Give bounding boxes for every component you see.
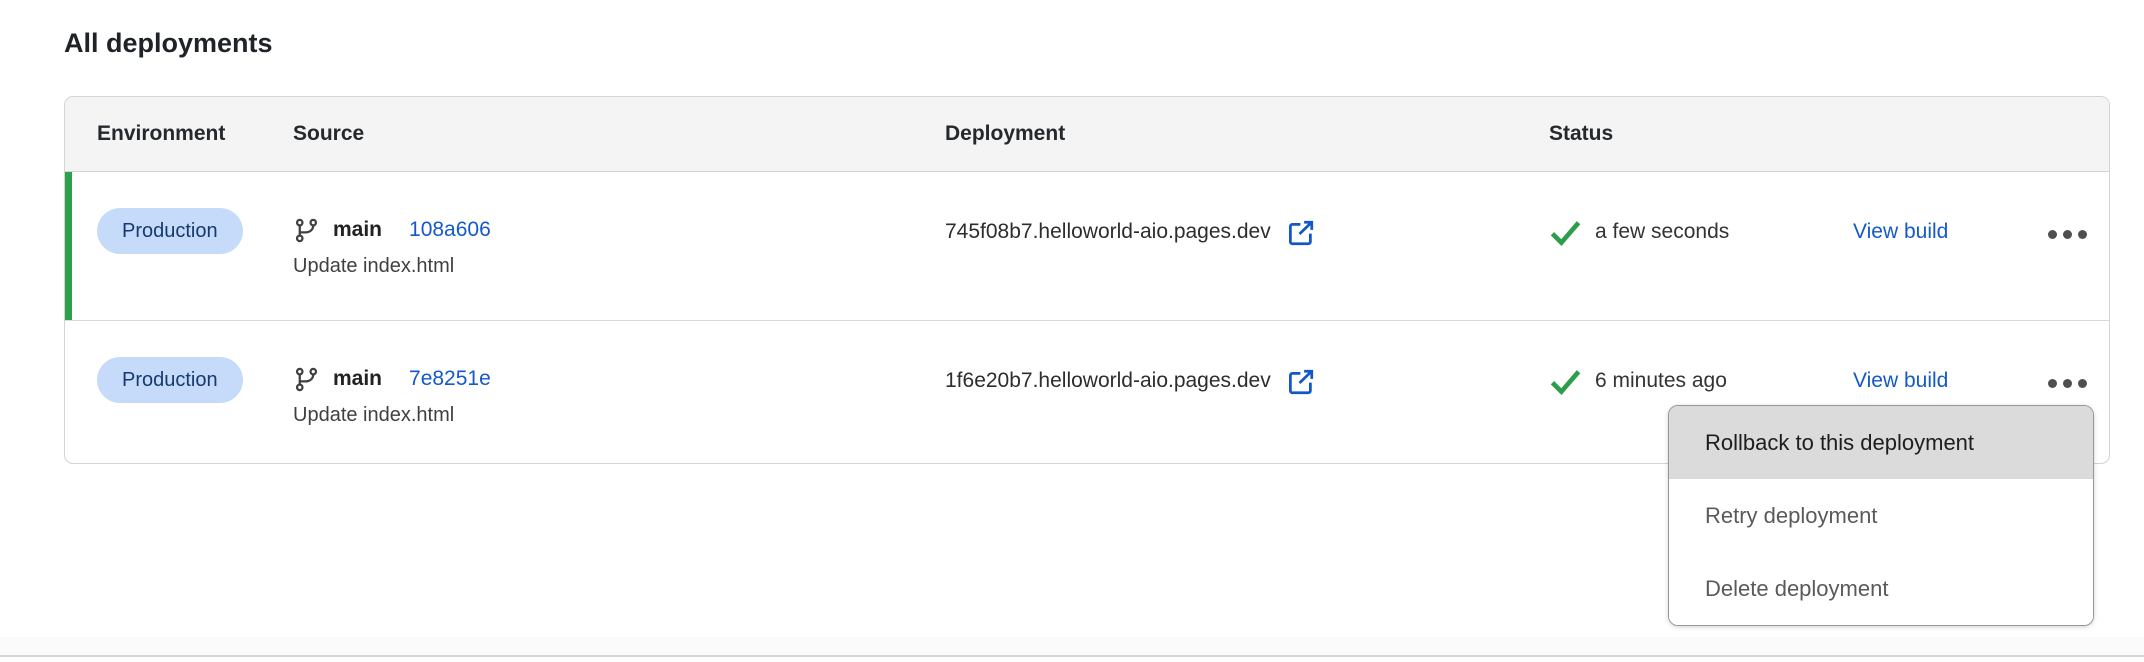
commit-link[interactable]: 7e8251e xyxy=(409,364,491,394)
status-time: a few seconds xyxy=(1595,217,1729,247)
row-menu-button[interactable] xyxy=(2046,369,2089,398)
success-check-icon xyxy=(1549,219,1582,247)
view-build-cell: View build xyxy=(1853,172,2046,320)
status-time: 6 minutes ago xyxy=(1595,366,1727,396)
header-source: Source xyxy=(293,122,945,146)
deployment-context-menu: Rollback to this deployment Retry deploy… xyxy=(1668,405,2094,626)
menu-item-delete[interactable]: Delete deployment xyxy=(1669,552,2093,625)
row-menu-cell xyxy=(2046,172,2109,320)
table-row: Production main 108a606 Update index.htm… xyxy=(65,172,2109,320)
deployment-url: 1f6e20b7.helloworld-aio.pages.dev xyxy=(945,366,1271,396)
commit-link[interactable]: 108a606 xyxy=(409,215,491,245)
git-branch-icon xyxy=(293,366,320,393)
environment-badge: Production xyxy=(97,208,243,254)
current-deployment-indicator xyxy=(65,172,72,320)
environment-badge: Production xyxy=(97,357,243,403)
commit-message: Update index.html xyxy=(293,401,945,429)
environment-cell: Production xyxy=(97,321,293,462)
git-branch-icon xyxy=(293,217,320,244)
external-link-icon[interactable] xyxy=(1286,218,1316,248)
deployment-url: 745f08b7.helloworld-aio.pages.dev xyxy=(945,217,1271,247)
success-check-icon xyxy=(1549,368,1582,396)
deployment-cell: 1f6e20b7.helloworld-aio.pages.dev xyxy=(945,321,1549,462)
status-cell: a few seconds xyxy=(1549,172,1853,320)
page-title: All deployments xyxy=(64,28,273,59)
source-cell: main 108a606 Update index.html xyxy=(293,172,945,320)
deployment-cell: 745f08b7.helloworld-aio.pages.dev xyxy=(945,172,1549,320)
view-build-link[interactable]: View build xyxy=(1853,369,1948,392)
branch-name: main xyxy=(333,364,382,394)
header-status: Status xyxy=(1549,122,2109,146)
menu-item-retry[interactable]: Retry deployment xyxy=(1669,479,2093,552)
environment-cell: Production xyxy=(97,172,293,320)
row-menu-button[interactable] xyxy=(2046,220,2089,249)
header-deployment: Deployment xyxy=(945,122,1549,146)
table-header-row: Environment Source Deployment Status xyxy=(65,97,2109,172)
page-bottom-divider xyxy=(0,637,2144,657)
branch-name: main xyxy=(333,215,382,245)
commit-message: Update index.html xyxy=(293,252,945,280)
view-build-link[interactable]: View build xyxy=(1853,220,1948,243)
menu-item-rollback[interactable]: Rollback to this deployment xyxy=(1669,406,2093,479)
source-cell: main 7e8251e Update index.html xyxy=(293,321,945,462)
external-link-icon[interactable] xyxy=(1286,367,1316,397)
deployments-page: All deployments Environment Source Deplo… xyxy=(0,0,2144,662)
header-environment: Environment xyxy=(97,122,293,146)
